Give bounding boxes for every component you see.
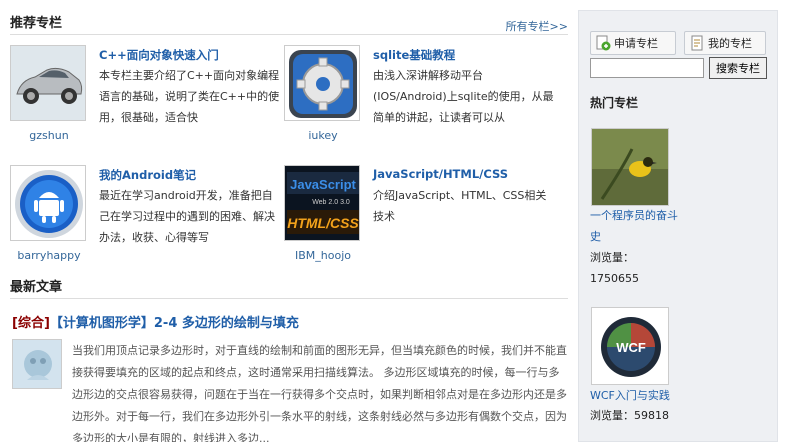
author-link[interactable]: gzshun — [10, 129, 88, 142]
view-count: 1750655 — [590, 272, 639, 285]
column-title-link[interactable]: JavaScript/HTML/CSS — [373, 167, 508, 181]
column-description: 最近在学习android开发，准备把自己在学习过程中的遇到的困难、解决办法，收获… — [99, 189, 275, 244]
wcf-logo-icon[interactable]: WCF — [591, 307, 669, 385]
svg-text:HTML/CSS: HTML/CSS — [287, 215, 359, 231]
hot-column-link[interactable]: 一个程序员的奋斗史 — [590, 205, 685, 247]
my-column-button[interactable]: 我的专栏 — [684, 31, 766, 55]
hot-column-link[interactable]: WCF入门与实践 — [590, 385, 685, 406]
my-column-label: 我的专栏 — [708, 37, 752, 50]
column-card: iukey sqlite基础教程 由浅入深讲解移动平台(IOS/Android)… — [284, 45, 554, 160]
column-description: 本专栏主要介绍了C++面向对象编程语言的基础，说明了类在C++中的使用，很基础，… — [99, 69, 280, 124]
apply-column-button[interactable]: 申请专栏 — [590, 31, 676, 55]
svg-text:Web 2.0 3.0: Web 2.0 3.0 — [312, 199, 350, 206]
column-title-link[interactable]: 我的Android笔记 — [99, 167, 196, 183]
author-link[interactable]: iukey — [284, 129, 362, 142]
svg-text:JavaScript: JavaScript — [290, 177, 356, 192]
gear-icon[interactable] — [284, 45, 360, 121]
document-icon — [689, 35, 705, 51]
author-link[interactable]: barryhappy — [10, 249, 88, 262]
column-description: 由浅入深讲解移动平台(IOS/Android)上sqlite的使用，从最简单的讲… — [373, 69, 554, 124]
bird-icon[interactable] — [591, 128, 669, 206]
add-document-icon — [595, 35, 611, 51]
main-content: 推荐专栏 所有专栏>> gzshun C++面向对象快速入门 本专栏主要介绍了C… — [0, 0, 578, 442]
car-icon[interactable] — [10, 45, 86, 121]
article-category: [综合] — [12, 316, 50, 331]
sidebar: 申请专栏 我的专栏 搜索专栏 热门专栏 一个程序员的奋斗史 浏览量： 17506… — [578, 10, 778, 442]
article-title-link[interactable]: [综合]【计算机图形学】2-4 多边形的绘制与填充 — [12, 312, 299, 331]
author-link[interactable]: IBM_hoojo — [284, 249, 362, 262]
apply-column-label: 申请专栏 — [614, 37, 658, 50]
column-card: gzshun C++面向对象快速入门 本专栏主要介绍了C++面向对象编程语言的基… — [10, 45, 280, 160]
view-count-label: 浏览量： — [590, 409, 634, 422]
column-title-link[interactable]: C++面向对象快速入门 — [99, 47, 219, 63]
view-count: 59818 — [634, 409, 669, 422]
column-card: barryhappy 我的Android笔记 最近在学习android开发，准备… — [10, 165, 280, 280]
column-card: JavaScript Web 2.0 3.0 HTML/CSS IBM_hooj… — [284, 165, 554, 280]
android-icon[interactable] — [10, 165, 86, 241]
view-count-row: 浏览量：59818 — [590, 405, 669, 426]
view-count-label: 浏览量： — [590, 251, 634, 264]
javascript-book-icon[interactable]: JavaScript Web 2.0 3.0 HTML/CSS — [284, 165, 360, 241]
article-author-avatar[interactable] — [12, 339, 62, 389]
recommended-section-title: 推荐专栏 — [10, 16, 63, 31]
hot-columns-title: 热门专栏 — [590, 96, 639, 110]
article-title: 【计算机图形学】2-4 多边形的绘制与填充 — [49, 316, 299, 331]
divider — [10, 34, 568, 35]
divider — [10, 298, 568, 299]
search-input[interactable] — [590, 58, 704, 78]
article-summary: 当我们用顶点记录多边形时，对于直线的绘制和前面的图形无异，但当填充颜色的时候，我… — [72, 344, 567, 442]
latest-section-title: 最新文章 — [10, 280, 63, 295]
svg-text:WCF: WCF — [616, 340, 646, 355]
search-button[interactable]: 搜索专栏 — [709, 57, 767, 79]
all-columns-link[interactable]: 所有专栏>> — [506, 18, 568, 34]
column-title-link[interactable]: sqlite基础教程 — [373, 47, 455, 63]
column-description: 介绍JavaScript、HTML、CSS相关技术 — [373, 189, 547, 223]
